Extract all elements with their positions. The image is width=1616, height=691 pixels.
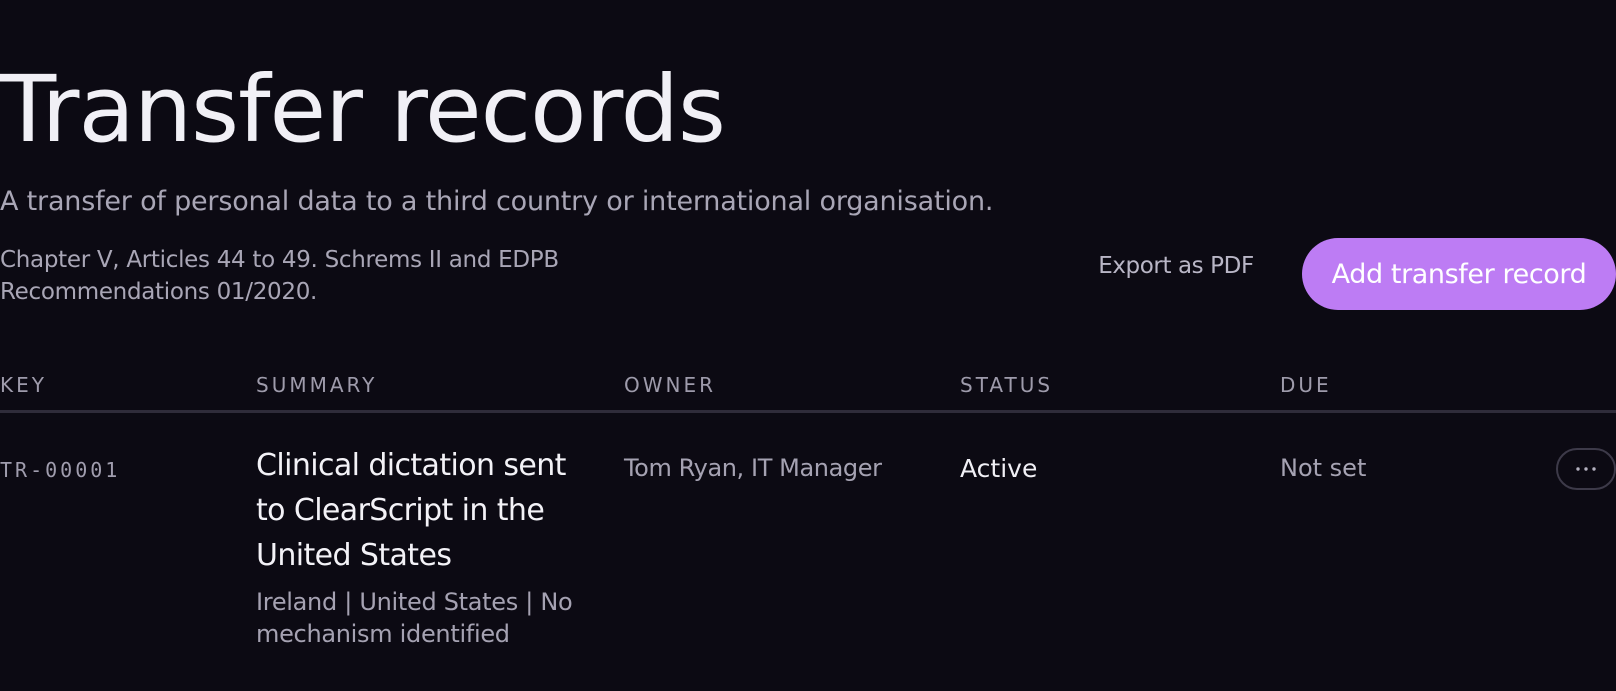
- export-pdf-button[interactable]: Export as PDF: [1096, 253, 1256, 279]
- record-status: Active: [960, 454, 1038, 483]
- transfer-records-page: Transfer records A transfer of personal …: [0, 0, 1616, 691]
- record-owner: Tom Ryan, IT Manager: [624, 454, 882, 482]
- legal-reference: Chapter V, Articles 44 to 49. Schrems II…: [0, 247, 559, 305]
- page-title: Transfer records: [0, 56, 726, 163]
- column-header-summary: SUMMARY: [256, 373, 378, 397]
- page-subtitle: A transfer of personal data to a third c…: [0, 186, 994, 217]
- record-due: Not set: [1280, 454, 1367, 482]
- record-summary-title[interactable]: Clinical dictation sent to ClearScript i…: [256, 443, 586, 578]
- row-actions-button[interactable]: [1556, 448, 1616, 490]
- more-horizontal-icon: [1576, 467, 1596, 471]
- column-header-due: DUE: [1280, 373, 1332, 397]
- record-key: TR-00001: [0, 458, 121, 482]
- record-summary: Clinical dictation sent to ClearScript i…: [256, 443, 586, 650]
- add-transfer-record-button[interactable]: Add transfer record: [1302, 238, 1616, 310]
- column-header-owner: OWNER: [624, 373, 717, 397]
- column-header-key: KEY: [0, 373, 47, 397]
- header-divider: [0, 410, 1616, 413]
- record-summary-meta: Ireland | United States | No mechanism i…: [256, 588, 573, 648]
- column-header-status: STATUS: [960, 373, 1054, 397]
